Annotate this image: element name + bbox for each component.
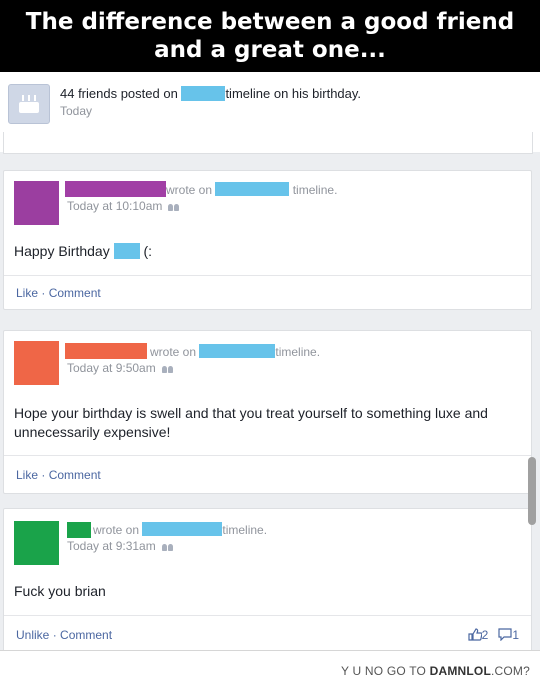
comment-link[interactable]: Comment [49, 286, 101, 300]
notification-text: 44 friends posted on timeline on his bir… [60, 86, 361, 101]
comment-link[interactable]: Comment [49, 468, 101, 482]
thumbs-up-icon[interactable] [468, 628, 483, 641]
like-link[interactable]: Like [16, 468, 38, 482]
redacted-name [181, 86, 226, 101]
post-message: Fuck you brian [14, 583, 106, 599]
friends-audience-icon [161, 364, 174, 373]
friends-audience-icon [168, 202, 180, 211]
comment-bubble-icon[interactable] [498, 628, 512, 642]
comments-count[interactable]: 1 [512, 628, 519, 642]
notification-text-after: timeline on his birthday. [225, 86, 362, 101]
scrollbar[interactable] [528, 457, 536, 525]
avatar[interactable] [14, 521, 59, 565]
caption-line-1: The difference between a good friend [25, 9, 515, 35]
poster-name-redacted[interactable] [65, 181, 166, 197]
notification-time: Today [60, 104, 93, 118]
redacted-name [142, 522, 223, 536]
redacted-name [215, 182, 290, 196]
unlike-link[interactable]: Unlike [16, 628, 49, 642]
post-message: Hope your birthday is swell and that you… [14, 405, 488, 440]
post-timestamp[interactable]: Today at 10:10am [67, 199, 180, 213]
poster-name-redacted[interactable] [67, 522, 91, 538]
avatar[interactable] [14, 341, 59, 385]
avatar[interactable] [14, 181, 59, 225]
wrote-on-text: wrote on timeline. [93, 522, 268, 537]
wall-post: wrote on timeline. Today at 9:50am Hope … [3, 330, 532, 494]
post-timestamp[interactable]: Today at 9:50am [67, 361, 174, 375]
likes-count[interactable]: 2 [482, 628, 489, 642]
notification-text-before: 44 friends posted on [60, 86, 178, 101]
caption-line-2: and a great one... [154, 37, 386, 63]
redacted-name [199, 344, 276, 358]
post-actions: Like · Comment [4, 275, 531, 309]
wall-post: wrote on timeline. Today at 10:10am Happ… [3, 170, 532, 310]
post-actions: Unlike · Comment 2 1 [4, 615, 531, 650]
wrote-on-text: wrote on timeline. [166, 182, 338, 197]
redacted-name [113, 243, 140, 259]
watermark-text: Y U NO GO TO DAMNLOL.COM? [340, 664, 530, 678]
separator: · [52, 628, 57, 642]
post-message: Happy Birthday (: [14, 243, 153, 259]
separator: · [41, 468, 46, 482]
facebook-timeline-panel: 44 friends posted on timeline on his bir… [0, 72, 540, 650]
friends-audience-icon [161, 542, 174, 551]
post-timestamp[interactable]: Today at 9:31am [67, 539, 174, 553]
meme-caption-banner: The difference between a good friend and… [0, 0, 540, 72]
wall-post: wrote on timeline. Today at 9:31am Fuck … [3, 508, 532, 650]
poster-name-redacted[interactable] [65, 343, 147, 359]
comment-link[interactable]: Comment [60, 628, 112, 642]
wrote-on-text: wrote on timeline. [150, 344, 321, 359]
birthday-cake-icon [8, 84, 50, 124]
separator: · [41, 286, 46, 300]
watermark-footer: Y U NO GO TO DAMNLOL.COM? [0, 650, 540, 690]
notification-card-bottom [3, 132, 533, 154]
like-link[interactable]: Like [16, 286, 38, 300]
post-actions: Like · Comment [4, 455, 531, 493]
